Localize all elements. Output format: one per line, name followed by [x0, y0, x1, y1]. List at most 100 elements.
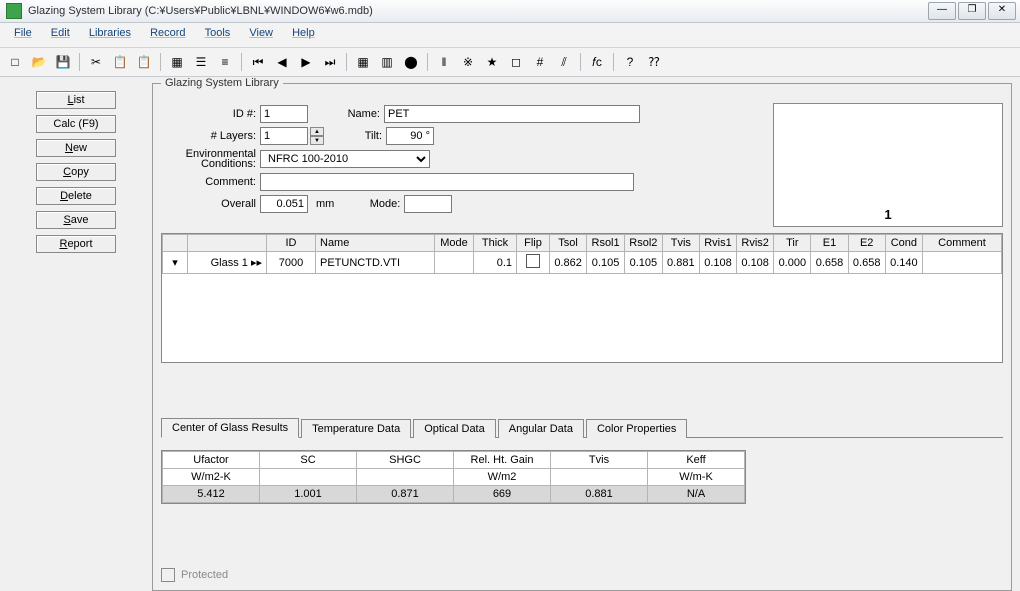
cell-mode[interactable] [435, 252, 474, 274]
calc-button[interactable]: Calc (F9) [36, 115, 116, 133]
toolbar-button[interactable]: ✂ [85, 51, 107, 73]
report-button[interactable]: Report [36, 235, 116, 253]
mode-field[interactable] [404, 195, 452, 213]
close-button[interactable]: ✕ [988, 2, 1016, 20]
comment-field[interactable] [260, 173, 634, 191]
menu-help[interactable]: Help [284, 25, 323, 41]
cell-rvis1[interactable]: 0.108 [699, 252, 736, 274]
layer-label: Glass 1 ▸▸ [188, 252, 267, 274]
new-button[interactable]: New [36, 139, 116, 157]
toolbar-button[interactable]: ? [619, 51, 641, 73]
cell-rsol1[interactable]: 0.105 [587, 252, 625, 274]
spin-down-icon[interactable]: ▼ [310, 136, 324, 145]
cell-tir[interactable]: 0.000 [774, 252, 811, 274]
col-header: Keff [648, 452, 745, 469]
protected-checkbox[interactable] [161, 568, 175, 582]
toolbar-button[interactable]: ◻ [505, 51, 527, 73]
cell-tvis[interactable]: 0.881 [662, 252, 699, 274]
copy-button[interactable]: Copy [36, 163, 116, 181]
tab-angular[interactable]: Angular Data [498, 419, 584, 438]
col-header: Tvis [551, 452, 648, 469]
toolbar-button[interactable]: 📋 [133, 51, 155, 73]
menu-edit[interactable]: Edit [43, 25, 78, 41]
toolbar-button[interactable]: ⏮ [247, 51, 269, 73]
toolbar-button[interactable]: 📂 [28, 51, 50, 73]
name-label: Name: [320, 108, 384, 120]
col-header: Comment [923, 235, 1002, 252]
toolbar-button[interactable]: ◀ [271, 51, 293, 73]
env-conditions-select[interactable]: NFRC 100-2010 [260, 150, 430, 168]
tab-center-of-glass[interactable]: Center of Glass Results [161, 418, 299, 438]
restore-button[interactable]: ❐ [958, 2, 986, 20]
menu-bar: File Edit Libraries Record Tools View He… [0, 23, 1020, 48]
flip-checkbox-icon[interactable] [526, 254, 540, 268]
delete-button[interactable]: Delete [36, 187, 116, 205]
spin-up-icon[interactable]: ▲ [310, 127, 324, 136]
protected-label: Protected [181, 569, 228, 581]
menu-file[interactable]: File [6, 25, 40, 41]
toolbar-button[interactable]: ‖ [433, 51, 455, 73]
layers-spinner[interactable]: ▲ ▼ [310, 127, 324, 145]
toolbar-button[interactable]: # [529, 51, 551, 73]
toolbar-button[interactable]: ≡ [214, 51, 236, 73]
menu-view[interactable]: View [241, 25, 281, 41]
id-field[interactable] [260, 105, 308, 123]
col-header: E2 [848, 235, 885, 252]
col-header: Rsol2 [624, 235, 662, 252]
col-header: Ufactor [163, 452, 260, 469]
overall-field[interactable] [260, 195, 308, 213]
row-dropdown-icon[interactable]: ▾ [163, 252, 188, 274]
toolbar-button[interactable]: ▥ [376, 51, 398, 73]
overall-unit: mm [308, 198, 348, 210]
toolbar-button[interactable]: ⬤ [400, 51, 422, 73]
toolbar-button[interactable]: ▦ [166, 51, 188, 73]
tilt-field[interactable] [386, 127, 434, 145]
cell-tsol[interactable]: 0.862 [550, 252, 587, 274]
toolbar-button[interactable]: ★ [481, 51, 503, 73]
toolbar-button[interactable]: ☰ [190, 51, 212, 73]
name-field[interactable] [384, 105, 640, 123]
toolbar-button[interactable]: 𝑓c [586, 51, 608, 73]
tab-optical[interactable]: Optical Data [413, 419, 496, 438]
list-button[interactable]: List [36, 91, 116, 109]
table-row[interactable]: ▾ Glass 1 ▸▸ 7000 PETUNCTD.VTI 0.1 0.862… [163, 252, 1002, 274]
toolbar-button[interactable]: ▶ [295, 51, 317, 73]
menu-libraries[interactable]: Libraries [81, 25, 139, 41]
unit-cell: W/m-K [648, 469, 745, 486]
toolbar-button[interactable]: ⫽ [553, 51, 575, 73]
menu-tools[interactable]: Tools [197, 25, 239, 41]
layers-field[interactable] [260, 127, 308, 145]
col-header: E1 [811, 235, 848, 252]
col-header: Rsol1 [587, 235, 625, 252]
col-header: Name [316, 235, 435, 252]
tab-temperature[interactable]: Temperature Data [301, 419, 411, 438]
cell-comment[interactable] [923, 252, 1002, 274]
save-button[interactable]: Save [36, 211, 116, 229]
cell-cond[interactable]: 0.140 [885, 252, 922, 274]
cell-rsol2[interactable]: 0.105 [624, 252, 662, 274]
layers-label: # Layers: [161, 130, 260, 142]
tab-color[interactable]: Color Properties [586, 419, 687, 438]
toolbar-button[interactable]: ⏭ [319, 51, 341, 73]
toolbar-button[interactable]: □ [4, 51, 26, 73]
toolbar-button[interactable]: 📋 [109, 51, 131, 73]
toolbar: □📂💾✂📋📋▦☰≡⏮◀▶⏭▦▥⬤‖※★◻#⫽𝑓c?⁇ [0, 48, 1020, 77]
cell-e2[interactable]: 0.658 [848, 252, 885, 274]
tilt-label: Tilt: [336, 130, 386, 142]
menu-record[interactable]: Record [142, 25, 193, 41]
cell-flip[interactable] [517, 252, 550, 274]
minimize-button[interactable]: — [928, 2, 956, 20]
cell-thick[interactable]: 0.1 [474, 252, 517, 274]
toolbar-button[interactable]: ※ [457, 51, 479, 73]
window-title: Glazing System Library (C:¥Users¥Public¥… [28, 0, 373, 22]
col-header [188, 235, 267, 252]
value-cell: 0.881 [551, 486, 648, 503]
cell-name[interactable]: PETUNCTD.VTI [316, 252, 435, 274]
col-header: Rvis2 [737, 235, 774, 252]
cell-e1[interactable]: 0.658 [811, 252, 848, 274]
cell-rvis2[interactable]: 0.108 [737, 252, 774, 274]
toolbar-button[interactable]: ▦ [352, 51, 374, 73]
toolbar-button[interactable]: 💾 [52, 51, 74, 73]
cell-id[interactable]: 7000 [267, 252, 316, 274]
toolbar-button[interactable]: ⁇ [643, 51, 665, 73]
